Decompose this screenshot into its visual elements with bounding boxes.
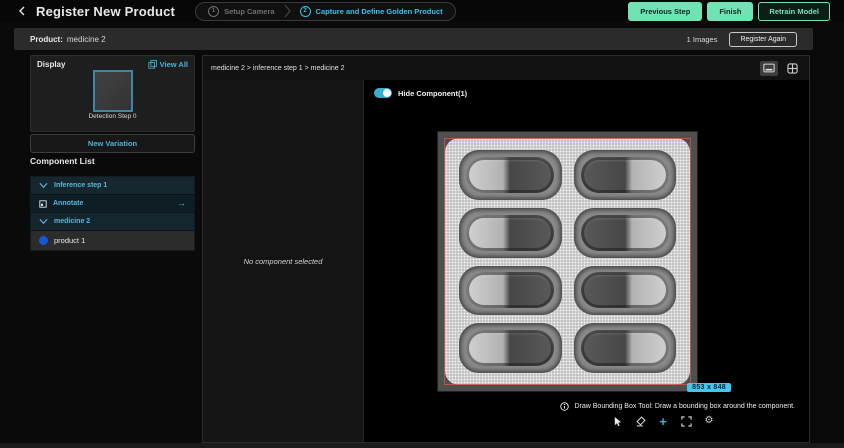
- display-header: Display View All: [31, 56, 194, 70]
- previous-step-button[interactable]: Previous Step: [628, 2, 702, 21]
- single-view-button[interactable]: [760, 61, 778, 76]
- capsule-well: [459, 150, 562, 200]
- step-label: Capture and Define Golden Product: [316, 7, 443, 16]
- main-body: No component selected Hide Component(1) …: [203, 80, 809, 442]
- arrow-right-icon[interactable]: →: [177, 199, 186, 208]
- component-group-medicine[interactable]: medicine 2: [31, 213, 194, 231]
- capsule-well: [459, 208, 562, 258]
- hide-component-toggle[interactable]: [374, 88, 392, 98]
- capsule: [581, 272, 669, 308]
- tool-hint-row: Draw Bounding Box Tool: Draw a bounding …: [560, 402, 795, 411]
- capsule-well: [459, 266, 562, 316]
- display-title: Display: [37, 60, 65, 69]
- retrain-model-button[interactable]: Retrain Model: [758, 2, 830, 21]
- thumbnail-area: Detection Step 0: [31, 70, 194, 131]
- product-label: Product:: [30, 35, 63, 44]
- capsule: [466, 272, 554, 308]
- product-image: 853 x 848: [438, 132, 697, 391]
- component-list-title: Component List: [30, 156, 95, 166]
- expand-icon: [681, 416, 692, 427]
- images-count: 1 Images: [687, 35, 718, 44]
- group-label: medicine 2: [54, 218, 90, 225]
- capsule-well: [574, 150, 677, 200]
- app-root: Register New Product 1 Setup Camera 2 Ca…: [0, 0, 844, 448]
- capsule-well: [459, 323, 562, 373]
- blister-pack: [445, 138, 690, 385]
- top-bar: Register New Product 1 Setup Camera 2 Ca…: [0, 0, 844, 22]
- monitor-panel-icon: [763, 63, 775, 73]
- eraser-icon: [635, 416, 646, 427]
- main-panel: medicine 2 > inference step 1 > medicine…: [202, 55, 810, 443]
- product-bar: Product: medicine 2 1 Images Register Ag…: [14, 28, 813, 50]
- back-button[interactable]: [16, 5, 28, 17]
- view-all-label: View All: [160, 60, 188, 69]
- fullscreen-button[interactable]: [680, 415, 692, 427]
- no-selection-text: No component selected: [244, 257, 323, 266]
- hide-component-label: Hide Component(1): [398, 89, 467, 98]
- settings-button[interactable]: ⚙: [703, 415, 715, 427]
- step-label: Setup Camera: [224, 7, 274, 16]
- capsule: [581, 215, 669, 251]
- canvas-toolbar: + ⚙: [611, 415, 715, 427]
- new-variation-button[interactable]: New Variation: [30, 134, 195, 153]
- annotate-icon: [39, 200, 47, 208]
- no-selection-panel: No component selected: [203, 80, 364, 442]
- step-setup-camera[interactable]: 1 Setup Camera: [208, 6, 274, 17]
- toggle-knob: [383, 89, 391, 97]
- capsule: [466, 215, 554, 251]
- capsule: [581, 330, 669, 366]
- product-value: medicine 2: [67, 35, 106, 44]
- capsule: [466, 157, 554, 193]
- eraser-tool-button[interactable]: [634, 415, 646, 427]
- capsule-well: [574, 266, 677, 316]
- tool-hint-text: Draw Bounding Box Tool: Draw a bounding …: [574, 403, 795, 410]
- annotate-row[interactable]: Annotate →: [31, 195, 194, 213]
- display-panel: Display View All Detection Step 0: [30, 55, 195, 132]
- page-title: Register New Product: [36, 4, 175, 19]
- step-capture-define[interactable]: 2 Capture and Define Golden Product: [300, 6, 443, 17]
- chevron-left-icon: [18, 6, 26, 16]
- grid-icon: [787, 63, 798, 74]
- component-color-dot: [39, 236, 48, 245]
- view-mode-switcher: [760, 61, 801, 76]
- step-number: 1: [208, 6, 219, 17]
- breadcrumb: medicine 2 > inference step 1 > medicine…: [211, 65, 344, 72]
- stepper: 1 Setup Camera 2 Capture and Define Gold…: [195, 2, 456, 21]
- component-list: Inference step 1 Annotate → medicine 2 p…: [30, 176, 195, 251]
- annotate-label: Annotate: [53, 200, 83, 207]
- cursor-icon: [613, 416, 622, 427]
- info-icon: [560, 402, 569, 411]
- chevron-down-icon: [39, 218, 48, 225]
- product-bar-right: 1 Images Register Again: [687, 32, 797, 47]
- step-number: 2: [300, 6, 311, 17]
- topbar-actions: Previous Step Finish Retrain Model: [628, 2, 830, 21]
- main-header: medicine 2 > inference step 1 > medicine…: [203, 56, 809, 80]
- component-label: product 1: [54, 236, 85, 245]
- bottom-strip: [0, 443, 844, 448]
- gear-icon: ⚙: [705, 416, 714, 426]
- thumbnail-caption: Detection Step 0: [88, 113, 136, 120]
- pointer-tool-button[interactable]: [611, 415, 623, 427]
- component-group-inference-step[interactable]: Inference step 1: [31, 177, 194, 195]
- grid-view-button[interactable]: [783, 61, 801, 76]
- stacked-squares-icon: [148, 60, 157, 69]
- capsule: [466, 330, 554, 366]
- size-badge: 853 x 848: [687, 383, 731, 392]
- hide-component-row: Hide Component(1): [374, 88, 467, 98]
- add-bounding-box-tool-button[interactable]: +: [657, 415, 669, 427]
- image-canvas[interactable]: Hide Component(1) 853 x 848 Draw Boundin…: [364, 80, 809, 442]
- capsule-well: [574, 208, 677, 258]
- detection-step-thumbnail[interactable]: [93, 70, 133, 112]
- register-again-button[interactable]: Register Again: [729, 32, 797, 47]
- capsule: [581, 157, 669, 193]
- chevron-down-icon: [39, 182, 48, 189]
- group-label: Inference step 1: [54, 182, 107, 189]
- step-separator-chevron-icon: [284, 4, 291, 18]
- finish-button[interactable]: Finish: [707, 2, 753, 21]
- component-item-product-1[interactable]: product 1: [31, 231, 194, 250]
- view-all-link[interactable]: View All: [148, 60, 188, 69]
- capsule-well: [574, 323, 677, 373]
